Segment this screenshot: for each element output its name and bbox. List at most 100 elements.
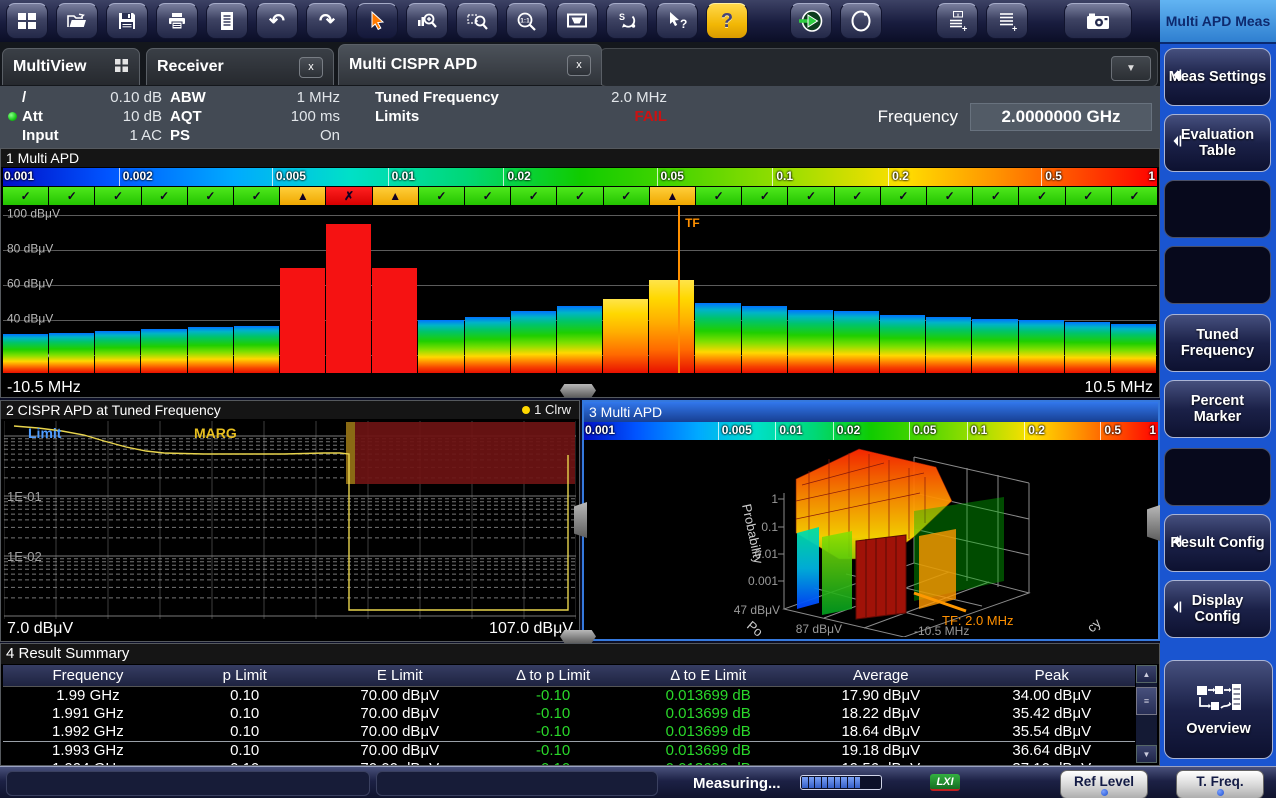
softkey-result-config[interactable]: Result Config [1164,514,1271,572]
margin-label: MARG [194,425,237,441]
tab-multiview[interactable]: MultiView [2,48,140,85]
splitter-handle-bottom[interactable] [560,630,596,643]
status-slot-1[interactable] [6,771,370,796]
tab-list-dropdown[interactable]: ▼ [1111,56,1151,81]
table-cell: 18.64 dBμV [793,723,968,741]
setting-value[interactable]: 1 MHz [297,88,340,107]
scroll-down-button[interactable]: ▼ [1136,745,1157,763]
ref-level-label: Ref Level [1074,774,1134,789]
multi-apd-chart[interactable]: 100 dBμV80 dBμV60 dBμV40 dBμV20 dBμVTF [3,206,1157,373]
table-row[interactable]: 1.993 GHz0.1070.00 dBμV-0.100.013699 dB1… [3,741,1135,760]
zoom-select-button[interactable] [456,3,498,39]
scroll-up-button[interactable]: ▲ [1136,665,1157,683]
output-button[interactable] [840,3,882,39]
column-header-0[interactable]: Frequency [3,665,173,686]
setting-value[interactable]: 10 dB [123,107,162,126]
softkey-sidebar: Multi APD Meas Meas Settings Evaluation T… [1160,0,1276,766]
scale-tick-0.1: 0.1 [772,168,793,186]
tf-marker-label: TF [685,216,700,230]
progress-segment [855,777,861,788]
softkey-menu-header[interactable]: Multi APD Meas [1160,0,1276,44]
setting-label: AQT [170,107,202,126]
table-cell: 34.00 dBμV [969,687,1135,705]
apd-3d-plot[interactable]: 1 0.1 0.01 0.001 47 dBμV 87 dBμV -10.5 M… [584,441,1156,637]
setting-value[interactable]: 2.0 MHz [611,88,667,107]
softkey-empty[interactable] [1164,448,1271,506]
table-cell: 37.10 dBμV [969,760,1135,765]
table-cell: 70.00 dBμV [317,723,483,741]
context-help-button[interactable]: ? [656,3,698,39]
column-header-3[interactable]: Δ to p Limit [483,665,623,686]
print-button[interactable] [156,3,198,39]
t-freq-button[interactable]: T. Freq. [1176,770,1264,798]
table-row[interactable]: 1.994 GHz0.1070.00 dBμV-0.100.013699 dB1… [3,760,1135,765]
redo-button[interactable]: ↷ [306,3,348,39]
setting-value[interactable]: 0.10 dB [110,88,162,107]
signal-input-button[interactable] [790,3,832,39]
setting-ps: PSOn [170,126,340,145]
setting-value[interactable]: FAIL [635,107,668,126]
softkey-meas-settings[interactable]: Meas Settings [1164,48,1271,106]
result-summary-table: Frequencyp LimitE LimitΔ to p LimitΔ to … [3,665,1135,765]
frequency-value[interactable]: 2.0000000 GHz [970,103,1152,131]
help-button[interactable]: ? [706,3,748,39]
table-row[interactable]: 1.99 GHz0.1070.00 dBμV-0.100.013699 dB17… [3,687,1135,705]
setting-value[interactable]: 100 ms [291,107,340,126]
softkey-evaluation-table[interactable]: Evaluation Table [1164,114,1271,172]
probability-color-scale: 0.0010.0020.0050.010.020.050.10.20.51 [3,168,1157,186]
table-row[interactable]: 1.992 GHz0.1070.00 dBμV-0.100.013699 dB1… [3,723,1135,741]
ref-level-button[interactable]: Ref Level [1060,770,1148,798]
table-cell: -0.10 [483,742,623,760]
setting-value[interactable]: 1 AC [129,126,162,145]
setting-label: Limits [375,107,419,126]
select-mode-button[interactable] [356,3,398,39]
table-cell: 0.013699 dB [623,742,793,760]
tab-multi-cispr-apd[interactable]: Multi CISPR APDx [338,44,602,85]
report-button[interactable] [206,3,248,39]
trace-legend[interactable]: 1 Clrw [522,401,571,419]
softkey-empty[interactable] [1164,180,1271,238]
y-gridline-100: 100 dBμV [3,215,1157,216]
circle-icon [849,9,873,33]
softkey-display-config[interactable]: Display Config [1164,580,1271,638]
display-button[interactable] [556,3,598,39]
blue-indicator-dot [1101,789,1108,796]
column-header-1[interactable]: p Limit [173,665,317,686]
single-sweep-button[interactable]: S [606,3,648,39]
tab-close-button[interactable]: x [567,55,591,76]
column-header-5[interactable]: Average [793,665,968,686]
splitter-handle-middle[interactable] [574,502,587,538]
add-limit-table-button[interactable]: x+ [936,3,978,39]
window4-title: 4 Result Summary [1,644,1159,664]
add-table-button[interactable]: + [986,3,1028,39]
zoom-1-1-button[interactable]: 1:1 [506,3,548,39]
tab-close-button[interactable]: x [299,57,323,78]
undo-button[interactable]: ↶ [256,3,298,39]
tab-receiver[interactable]: Receiverx [146,48,334,85]
open-file-button[interactable] [56,3,98,39]
tuned-frequency-marker[interactable] [678,206,680,373]
table-cell: 1.993 GHz [3,742,173,760]
app-window-button[interactable] [6,3,48,39]
cispr-apd-plot[interactable]: Limit MARG 1E-01 1E-02 [4,421,576,619]
zoom-in-button[interactable] [406,3,448,39]
splitter-handle-right[interactable] [1147,505,1160,541]
column-header-6[interactable]: Peak [969,665,1135,686]
screenshot-button[interactable] [1064,3,1132,39]
scroll-thumb[interactable]: ≡ [1136,687,1157,715]
softkey-empty[interactable] [1164,246,1271,304]
table-row[interactable]: 1.991 GHz0.1070.00 dBμV-0.100.013699 dB1… [3,705,1135,723]
column-header-4[interactable]: Δ to E Limit [623,665,793,686]
setting-value[interactable]: On [320,126,340,145]
question-icon: ? [721,10,733,33]
overview-button[interactable]: Overview [1164,660,1273,759]
apd-bar-13 [603,299,648,373]
splitter-handle-top[interactable] [560,384,596,397]
softkey-percent-marker[interactable]: Percent Marker [1164,380,1271,438]
softkey-tuned-frequency[interactable]: Tuned Frequency [1164,314,1271,372]
softkey-label: Evaluation Table [1167,127,1268,159]
column-header-2[interactable]: E Limit [317,665,483,686]
status-slot-2[interactable] [376,771,658,796]
apd-bar-0 [3,334,48,373]
save-button[interactable] [106,3,148,39]
